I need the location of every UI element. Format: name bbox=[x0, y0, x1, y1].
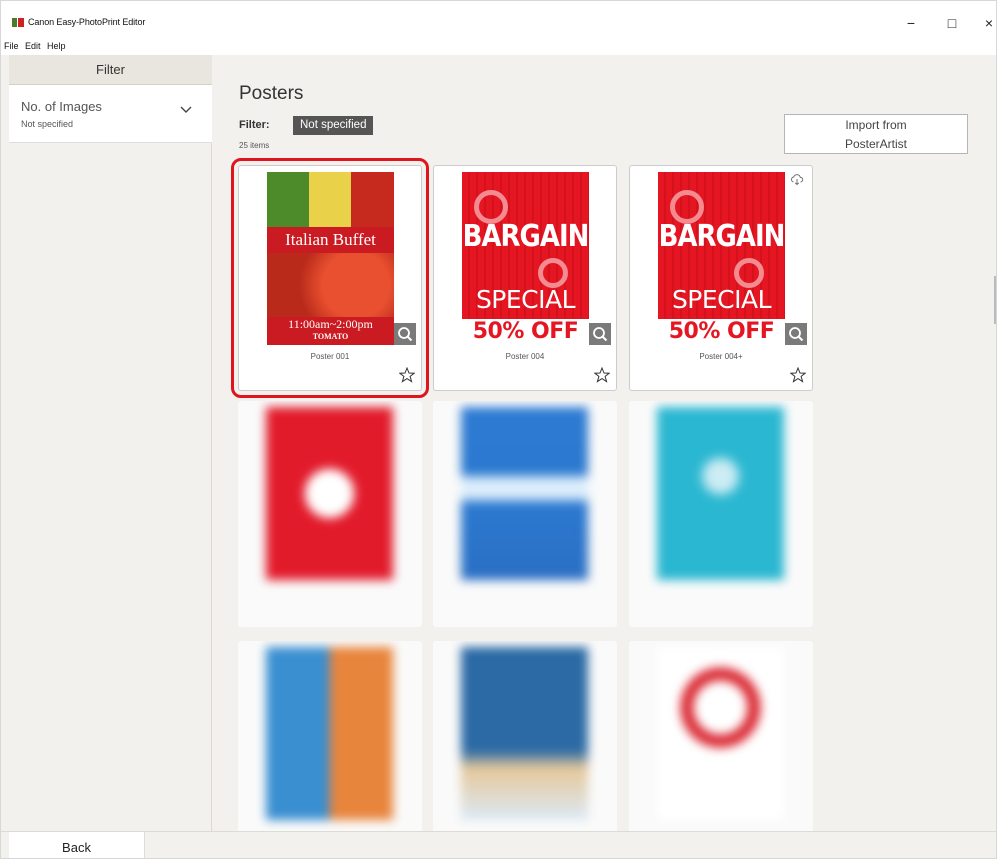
bottom-bar: Back bbox=[1, 831, 996, 858]
poster-thumbnail[interactable]: BARGAIN SPECIAL 50% OFF bbox=[462, 172, 589, 345]
import-from-posterartist-button[interactable]: Import from PosterArtist bbox=[784, 114, 968, 154]
magnifier-icon[interactable] bbox=[785, 323, 807, 345]
app-logo-icon bbox=[12, 18, 24, 27]
poster-discount-text: 50% OFF bbox=[658, 319, 785, 345]
poster-card-004[interactable]: BARGAIN SPECIAL 50% OFF Poster 004 bbox=[433, 165, 617, 391]
poster-thumbnail[interactable]: BARGAIN SPECIAL 50% OFF bbox=[658, 172, 785, 345]
import-button-line2: PosterArtist bbox=[844, 137, 907, 151]
active-filter-tag: Not specified bbox=[293, 116, 374, 135]
poster-headline-text: BARGAIN bbox=[462, 219, 589, 255]
poster-card-label: Poster 004+ bbox=[699, 352, 743, 361]
star-outline-icon[interactable] bbox=[594, 367, 610, 383]
window-title: Canon Easy-PhotoPrint Editor bbox=[28, 17, 146, 27]
active-filter-label: Filter: bbox=[239, 119, 270, 131]
close-button[interactable]: × bbox=[974, 12, 996, 34]
poster-headline-text: BARGAIN bbox=[658, 219, 785, 255]
menu-bar: File Edit Help bbox=[1, 37, 996, 55]
import-button-line1: Import from bbox=[845, 118, 907, 132]
poster-subhead-text: SPECIAL bbox=[671, 285, 772, 314]
filter-label: No. of Images bbox=[21, 99, 102, 114]
main-content: Posters Filter: Not specified 25 items I… bbox=[213, 55, 996, 858]
app-window: Canon Easy-PhotoPrint Editor − □ × File … bbox=[0, 0, 997, 859]
poster-time-text: 11:00am~2:00pm bbox=[288, 317, 373, 331]
poster-discount-text: 50% OFF bbox=[462, 319, 589, 345]
filter-sidebar: Filter No. of Images Not specified bbox=[1, 55, 212, 831]
poster-card-blurred[interactable] bbox=[433, 401, 617, 627]
item-count: 25 items bbox=[239, 141, 270, 150]
minimize-button[interactable]: − bbox=[896, 12, 926, 34]
poster-card-label: Poster 004 bbox=[505, 352, 545, 361]
back-button[interactable]: Back bbox=[9, 832, 145, 858]
poster-card-label: Poster 001 bbox=[310, 352, 350, 361]
poster-card-blurred[interactable] bbox=[629, 401, 813, 627]
poster-card-blurred[interactable] bbox=[433, 641, 617, 858]
magnifier-icon[interactable] bbox=[589, 323, 611, 345]
filter-value: Not specified bbox=[21, 119, 74, 129]
title-bar: Canon Easy-PhotoPrint Editor − □ × bbox=[1, 1, 996, 37]
menu-help[interactable]: Help bbox=[47, 41, 66, 51]
poster-card-blurred[interactable] bbox=[629, 641, 813, 858]
menu-edit[interactable]: Edit bbox=[25, 41, 41, 51]
poster-card-blurred[interactable] bbox=[238, 401, 422, 627]
maximize-button[interactable]: □ bbox=[937, 12, 967, 34]
cloud-download-icon bbox=[791, 174, 804, 185]
star-outline-icon[interactable] bbox=[790, 367, 806, 383]
page-title: Posters bbox=[239, 83, 304, 104]
menu-file[interactable]: File bbox=[4, 41, 19, 51]
poster-brand-text: TOMATO bbox=[312, 332, 349, 341]
poster-card-004-plus[interactable]: BARGAIN SPECIAL 50% OFF Poster 004+ bbox=[629, 165, 813, 391]
poster-subhead-text: SPECIAL bbox=[475, 285, 576, 314]
poster-title-text: Italian Buffet bbox=[285, 230, 376, 249]
poster-thumbnail[interactable]: Italian Buffet 11:00am~2:00pm TOMATO bbox=[267, 172, 394, 345]
poster-card-blurred[interactable] bbox=[238, 641, 422, 858]
magnifier-icon[interactable] bbox=[394, 323, 416, 345]
star-outline-icon[interactable] bbox=[399, 367, 415, 383]
poster-card-001[interactable]: Italian Buffet 11:00am~2:00pm TOMATO Pos… bbox=[231, 158, 429, 398]
vertical-scrollbar[interactable] bbox=[994, 276, 996, 324]
filter-no-of-images[interactable]: No. of Images Not specified bbox=[9, 85, 212, 143]
filter-header: Filter bbox=[9, 55, 212, 85]
chevron-down-icon[interactable] bbox=[179, 105, 193, 115]
